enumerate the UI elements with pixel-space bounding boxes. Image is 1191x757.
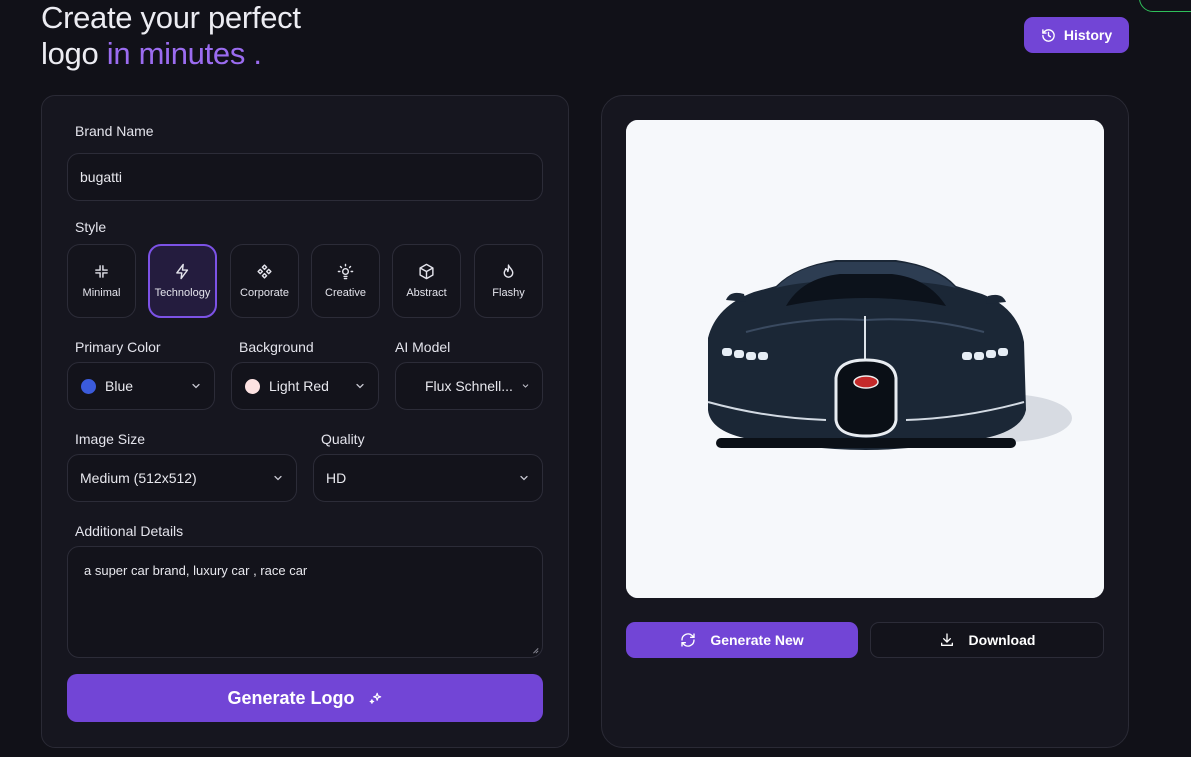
style-option-label: Creative	[325, 287, 366, 299]
download-button[interactable]: Download	[870, 622, 1104, 658]
generate-new-button[interactable]: Generate New	[626, 622, 858, 658]
cube-icon	[419, 263, 434, 280]
sparkles-icon	[369, 692, 381, 704]
primary-color-label: Primary Color	[75, 339, 161, 355]
logo-preview-image	[626, 120, 1104, 598]
generate-logo-label: Generate Logo	[227, 687, 355, 708]
additional-details-textarea[interactable]: a super car brand, luxury car , race car	[67, 546, 543, 658]
generate-new-label: Generate New	[710, 632, 804, 648]
style-option-corporate[interactable]: Corporate	[230, 244, 299, 318]
style-option-label: Flashy	[492, 287, 525, 299]
brand-name-value: bugatti	[80, 169, 123, 185]
corner-badge	[1139, 0, 1191, 12]
background-select[interactable]: Light Red	[231, 362, 379, 410]
diamond-grid-icon	[257, 264, 272, 279]
quality-label: Quality	[321, 431, 365, 447]
style-option-flashy[interactable]: Flashy	[474, 244, 543, 318]
additional-details-label: Additional Details	[75, 523, 184, 539]
background-label: Background	[239, 339, 314, 355]
style-option-label: Minimal	[82, 287, 121, 299]
style-option-label: Technology	[154, 287, 211, 299]
primary-color-select[interactable]: Blue	[67, 362, 215, 410]
ai-model-select[interactable]: Flux Schnell...	[395, 362, 543, 410]
chevron-down-icon	[274, 475, 282, 481]
image-size-label: Image Size	[75, 431, 146, 447]
chevron-down-icon	[356, 383, 364, 389]
style-option-label: Abstract	[406, 287, 447, 299]
color-swatch	[245, 378, 260, 394]
style-label: Style	[75, 219, 107, 235]
style-option-label: Corporate	[240, 287, 289, 299]
quality-select[interactable]: HD	[313, 454, 543, 502]
image-size-value: Medium (512x512)	[80, 470, 197, 486]
style-option-technology[interactable]: Technology	[148, 244, 217, 318]
style-option-creative[interactable]: Creative	[311, 244, 380, 318]
brand-name-input[interactable]: bugatti	[67, 153, 543, 201]
ai-model-value: Flux Schnell...	[425, 378, 513, 394]
history-button[interactable]: History	[1024, 17, 1129, 53]
ai-model-label: AI Model	[395, 339, 451, 355]
generate-logo-button[interactable]: Generate Logo	[67, 674, 543, 722]
primary-color-value: Blue	[105, 378, 134, 394]
additional-details-value: a super car brand, luxury car , race car	[84, 563, 308, 578]
image-size-select[interactable]: Medium (512x512)	[67, 454, 297, 502]
quality-value: HD	[326, 470, 347, 486]
refresh-icon	[681, 633, 695, 647]
title-line-1: Create your perfect	[41, 0, 301, 35]
title-line-2-start: logo	[41, 36, 99, 71]
download-icon	[940, 633, 953, 646]
history-label: History	[1063, 27, 1113, 43]
page-title: Create your perfect logo in minutes .	[41, 0, 301, 72]
resize-grip-icon[interactable]	[531, 646, 539, 654]
style-option-minimal[interactable]: Minimal	[67, 244, 136, 318]
background-value: Light Red	[269, 378, 329, 394]
lightning-icon	[176, 263, 189, 280]
brand-name-label: Brand Name	[75, 123, 154, 139]
title-line-2: logo in minutes .	[41, 36, 301, 72]
flame-icon	[503, 264, 514, 278]
style-option-abstract[interactable]: Abstract	[392, 244, 461, 318]
chevron-down-icon	[192, 383, 200, 389]
chevron-down-icon	[520, 475, 528, 481]
history-icon	[1042, 28, 1055, 42]
download-label: Download	[968, 632, 1036, 648]
chevron-down-icon	[522, 384, 529, 388]
title-accent: in minutes .	[106, 36, 262, 71]
color-swatch	[81, 378, 96, 394]
minimize-icon	[95, 265, 108, 278]
lightbulb-icon	[337, 263, 354, 280]
car-illustration	[626, 120, 1104, 598]
